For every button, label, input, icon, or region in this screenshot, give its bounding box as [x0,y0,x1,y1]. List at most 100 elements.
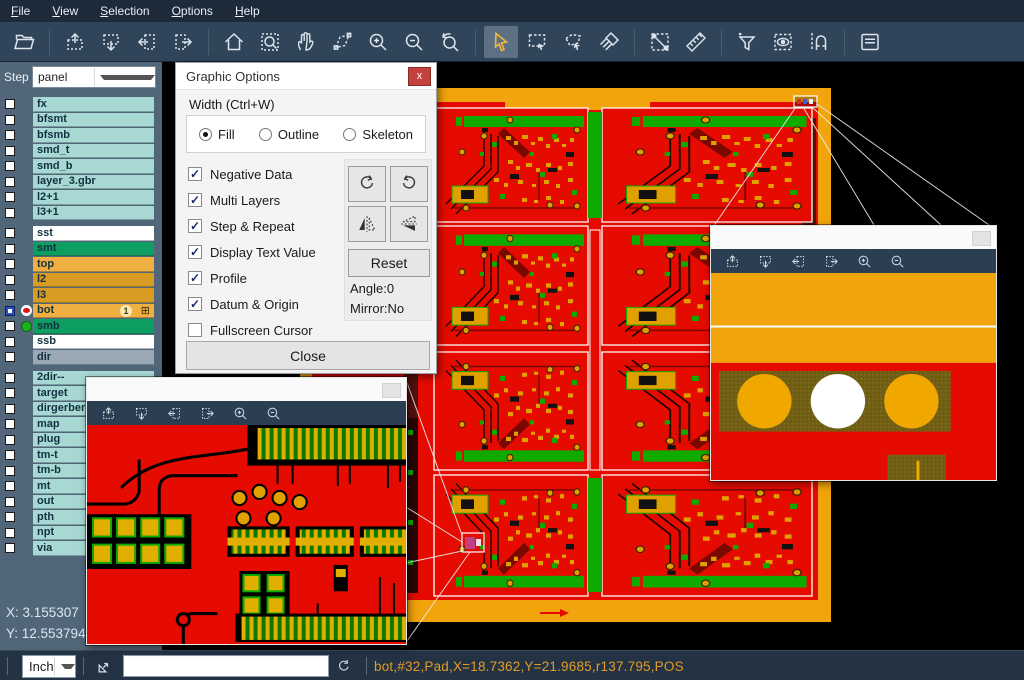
zoom-out-button[interactable] [888,252,906,270]
checkbox[interactable]: ✓ [188,219,202,233]
pan-down-button[interactable] [756,252,774,270]
zoom-out-button[interactable] [264,404,282,422]
zoom-out-button[interactable] [397,26,431,58]
layer-checkbox[interactable] [5,404,15,414]
layer-row-l3[interactable]: l3 [0,288,162,303]
pan-down-button[interactable] [132,404,150,422]
menu-help[interactable]: Help [224,0,271,22]
zoom-in-button[interactable] [855,252,873,270]
layer-label[interactable]: top [33,257,154,272]
radio-dot[interactable] [199,128,212,141]
layer-row-bfsmb[interactable]: bfsmb [0,128,162,143]
radio-fill[interactable]: Fill [199,127,235,142]
zoom-window-title-bar[interactable] [87,378,406,401]
option-multi-layers[interactable]: ✓Multi Layers [188,187,316,213]
option-fullscreen-cursor[interactable]: Fullscreen Cursor [188,317,316,343]
radio-dot[interactable] [343,128,356,141]
menu-selection[interactable]: Selection [89,0,160,22]
rotate-cw-button[interactable] [348,166,386,202]
layer-checkbox[interactable] [5,115,15,125]
measure-line-button[interactable] [643,26,677,58]
pan-down-button[interactable] [94,26,128,58]
layer-label[interactable]: smb [33,319,154,334]
pan-up-button[interactable] [723,252,741,270]
checkbox[interactable]: ✓ [188,193,202,207]
home-button[interactable] [217,26,251,58]
vertex-edit-button[interactable] [325,26,359,58]
layer-label[interactable]: bot1⊞ [33,304,154,319]
pan-right-button[interactable] [822,252,840,270]
window-button[interactable] [382,383,401,398]
hand-pan-button[interactable] [289,26,323,58]
layer-checkbox[interactable] [5,306,15,316]
layer-label[interactable]: ssb [33,335,154,350]
layer-row-l3+1[interactable]: l3+1 [0,206,162,221]
option-step-repeat[interactable]: ✓Step & Repeat [188,213,316,239]
pan-left-button[interactable] [789,252,807,270]
layer-row-ssb[interactable]: ssb [0,335,162,350]
layer-checkbox[interactable] [5,543,15,553]
layer-row-bfsmt[interactable]: bfsmt [0,113,162,128]
checkbox[interactable] [188,323,202,337]
layer-label[interactable]: dir [33,350,154,365]
layer-checkbox[interactable] [5,290,15,300]
layer-checkbox[interactable] [5,177,15,187]
option-profile[interactable]: ✓Profile [188,265,316,291]
layer-checkbox[interactable] [5,208,15,218]
layer-row-l2[interactable]: l2 [0,273,162,288]
layer-checkbox[interactable] [5,337,15,347]
layer-checkbox[interactable] [5,450,15,460]
layer-checkbox[interactable] [5,99,15,109]
checkbox[interactable]: ✓ [188,167,202,181]
layer-checkbox[interactable] [5,466,15,476]
checkbox[interactable]: ✓ [188,271,202,285]
sync-icon[interactable] [335,657,353,675]
layer-table-button[interactable] [853,26,887,58]
select-poly-button[interactable] [556,26,590,58]
window-button[interactable] [972,231,991,246]
layer-checkbox[interactable] [5,419,15,429]
folder-open-button[interactable] [7,26,41,58]
option-negative-data[interactable]: ✓Negative Data [188,161,316,187]
layer-checkbox[interactable] [5,388,15,398]
flip-h-button[interactable] [348,206,386,242]
layer-checkbox[interactable] [5,130,15,140]
layer-checkbox[interactable] [5,259,15,269]
select-rect-button[interactable] [520,26,554,58]
layer-checkbox[interactable] [5,373,15,383]
layer-checkbox[interactable] [5,146,15,156]
layer-checkbox[interactable] [5,275,15,285]
close-icon[interactable]: x [408,67,431,86]
dialog-title-bar[interactable]: Graphic Options x [176,63,436,90]
select-cursor-button[interactable] [484,26,518,58]
menu-file[interactable]: File [0,0,41,22]
pan-left-button[interactable] [130,26,164,58]
ruler-button[interactable] [679,26,713,58]
layer-row-smd_b[interactable]: smd_b [0,159,162,174]
pan-up-button[interactable] [58,26,92,58]
radio-skeleton[interactable]: Skeleton [343,127,413,142]
layer-row-smt[interactable]: smt [0,242,162,257]
layer-checkbox[interactable] [5,192,15,202]
filter-funnel-button[interactable] [730,26,764,58]
layer-row-dir[interactable]: dir [0,350,162,365]
layer-label[interactable]: smd_t [33,144,154,159]
option-datum-origin[interactable]: ✓Datum & Origin [188,291,316,317]
zoom-region-button[interactable] [253,26,287,58]
zoom-window-title-bar[interactable] [711,226,996,249]
layer-label[interactable]: l3+1 [33,206,154,221]
close-button[interactable]: Close [186,341,430,370]
layer-label[interactable]: l2+1 [33,190,154,205]
layer-checkbox[interactable] [5,497,15,507]
pan-right-button[interactable] [198,404,216,422]
layer-label[interactable]: l2 [33,273,154,288]
clean-brush-button[interactable] [592,26,626,58]
layer-checkbox[interactable] [5,244,15,254]
layer-label[interactable]: l3 [33,288,154,303]
layer-row-smb[interactable]: smb [0,319,162,334]
layer-label[interactable]: sst [33,226,154,241]
reset-button[interactable]: Reset [348,249,430,277]
layer-row-top[interactable]: top [0,257,162,272]
pan-up-button[interactable] [99,404,117,422]
layer-row-smd_t[interactable]: smd_t [0,144,162,159]
